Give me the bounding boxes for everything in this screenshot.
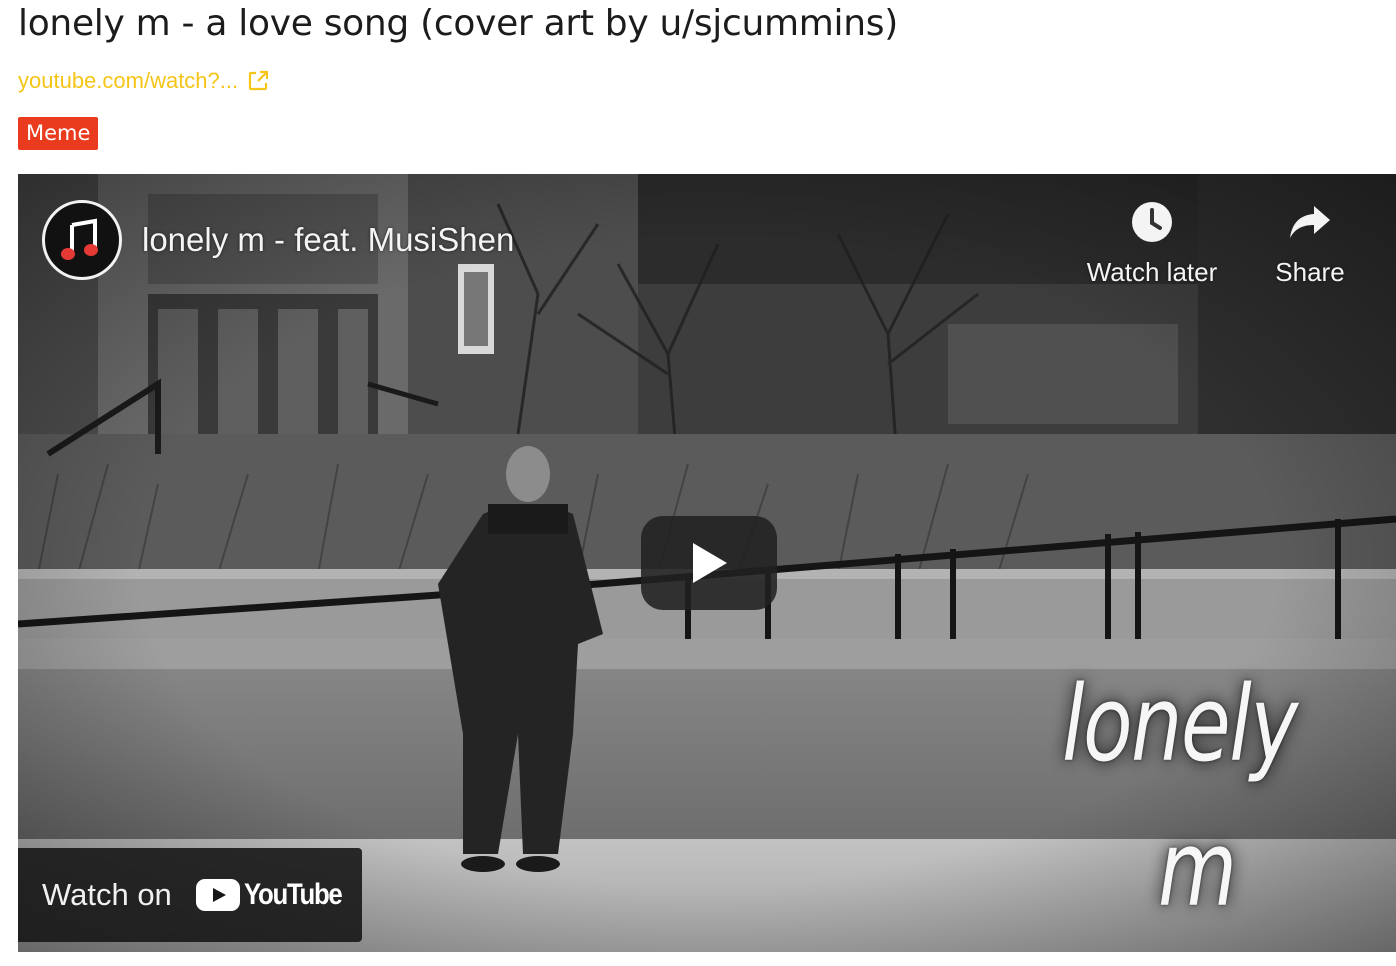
youtube-embed[interactable]: lonely m - feat. MusiShen Watch later Sh… [18,174,1396,952]
post-title[interactable]: lonely m - a love song (cover art by u/s… [18,2,1378,46]
overlay-text-line2: m [1158,808,1237,930]
music-note-icon [61,218,98,260]
share-arrow-icon [1290,206,1330,238]
overlay-text-line1: lonely [1062,663,1298,785]
watch-later-button[interactable]: Watch later [1072,198,1232,298]
youtube-play-icon [195,879,240,911]
play-button[interactable] [641,516,777,610]
external-link[interactable]: youtube.com/watch?... [18,66,270,96]
play-icon [693,543,727,583]
clock-icon [1132,202,1172,242]
post-flair[interactable]: Meme [18,117,99,150]
watch-on-youtube-button[interactable]: Watch on YouTube [18,848,362,942]
watch-on-label: Watch on [42,877,172,912]
external-link-icon[interactable] [246,69,270,93]
share-label: Share [1275,257,1345,287]
link-text[interactable]: youtube.com/watch?... [18,66,238,96]
youtube-wordmark: YouTube [243,878,343,911]
youtube-logo: YouTube [195,878,357,912]
share-button[interactable]: Share [1230,198,1390,298]
channel-avatar[interactable] [42,200,122,280]
watch-later-label: Watch later [1086,257,1218,287]
video-title[interactable]: lonely m - feat. MusiShen [142,218,514,262]
